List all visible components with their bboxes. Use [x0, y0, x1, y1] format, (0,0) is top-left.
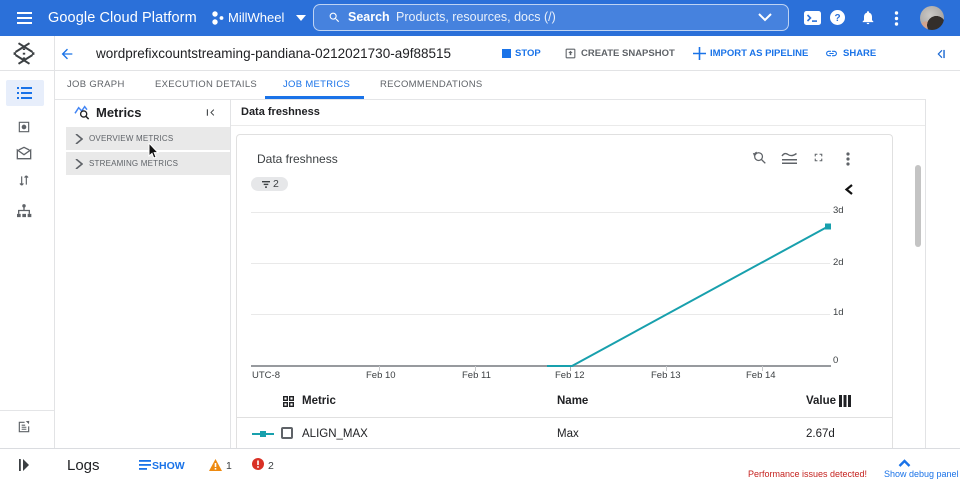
- svg-text:?: ?: [834, 13, 840, 24]
